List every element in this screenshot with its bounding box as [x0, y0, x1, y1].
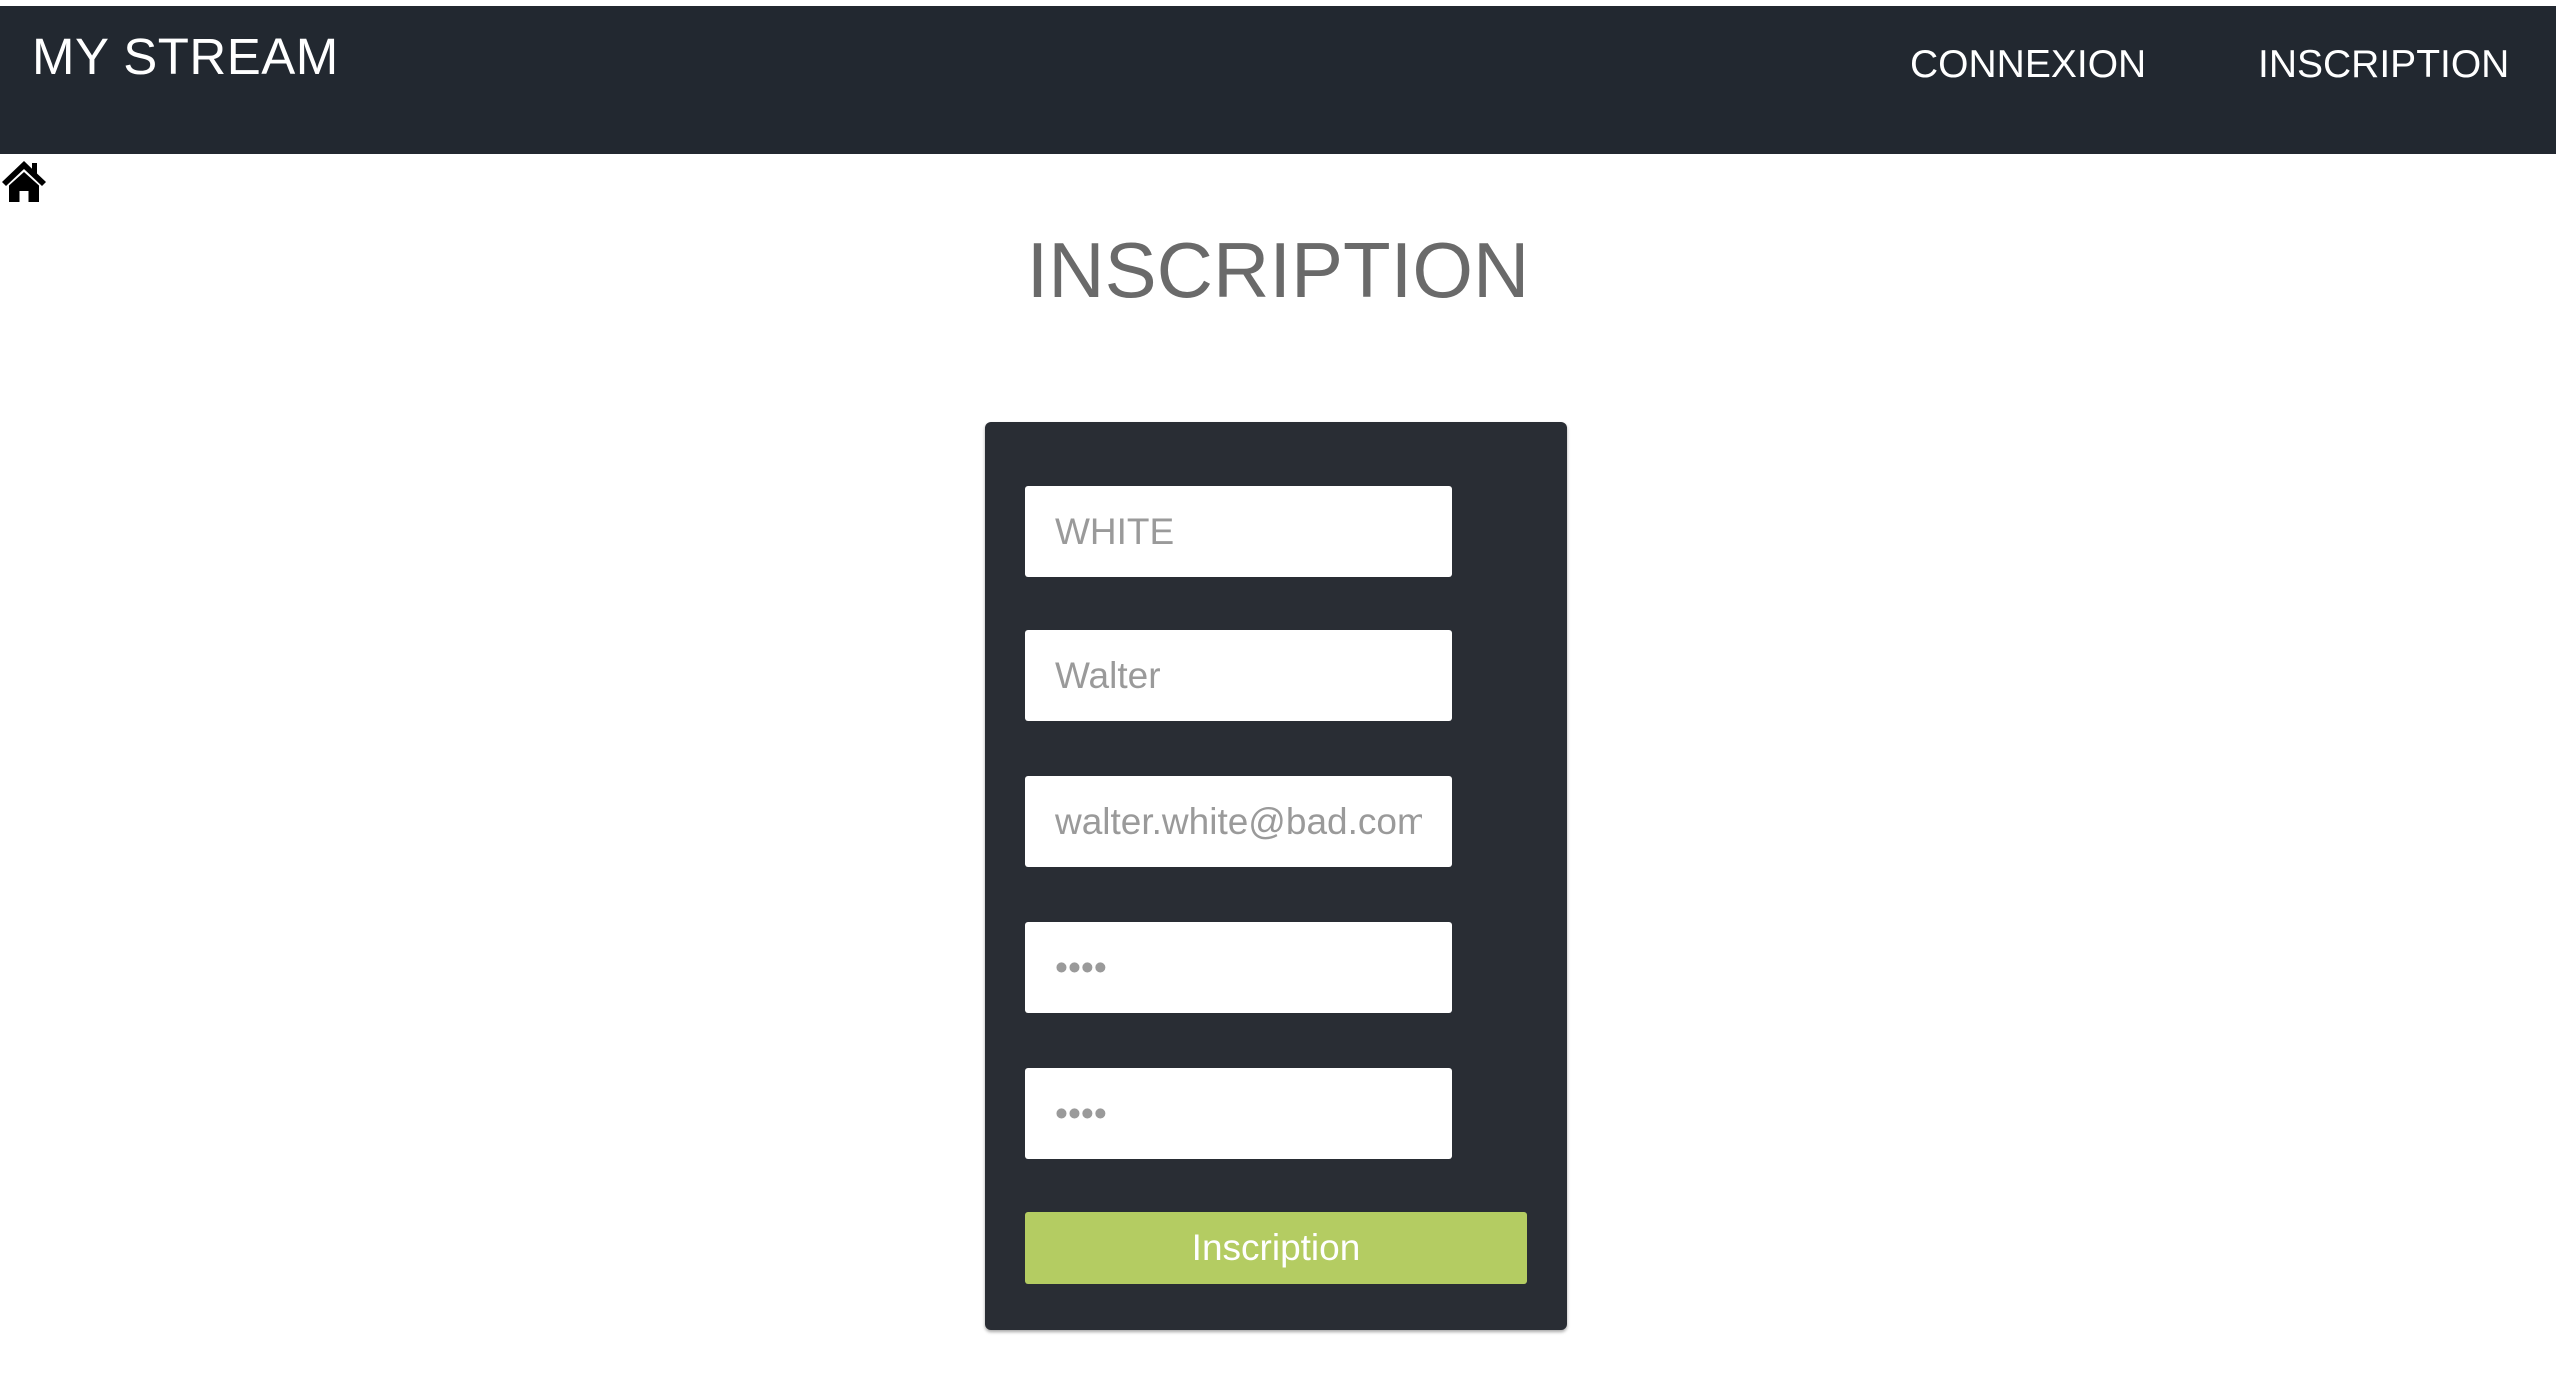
- home-icon[interactable]: [0, 158, 48, 204]
- password-input[interactable]: [1025, 922, 1452, 1013]
- page: MY STREAM CONNEXION INSCRIPTION INSCRIPT…: [0, 0, 2556, 1376]
- nav-connexion-link[interactable]: CONNEXION: [1910, 40, 2146, 90]
- last-name-input[interactable]: [1025, 486, 1452, 577]
- brand-logo-link[interactable]: MY STREAM: [32, 24, 339, 90]
- top-navbar: MY STREAM CONNEXION INSCRIPTION: [0, 6, 2556, 154]
- password-confirm-input[interactable]: [1025, 1068, 1452, 1159]
- first-name-input[interactable]: [1025, 630, 1452, 721]
- inscription-submit-button[interactable]: Inscription: [1025, 1212, 1527, 1284]
- nav-inscription-link[interactable]: INSCRIPTION: [2258, 40, 2509, 90]
- page-title: INSCRIPTION: [1026, 226, 1530, 314]
- signup-form: Inscription: [985, 422, 1567, 1330]
- email-input[interactable]: [1025, 776, 1452, 867]
